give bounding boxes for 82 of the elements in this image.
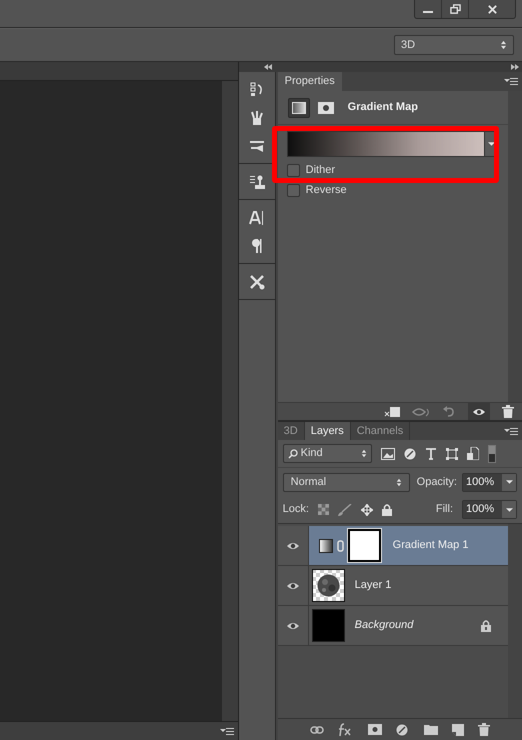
visibility-toggle[interactable] bbox=[468, 402, 490, 420]
panel-title: Gradient Map bbox=[348, 100, 418, 116]
minimize-icon bbox=[423, 11, 433, 13]
checkbox[interactable] bbox=[286, 184, 300, 196]
restore-icon bbox=[450, 4, 460, 14]
adjustment-filter-icon[interactable] bbox=[404, 448, 416, 460]
view-previous-icon[interactable] bbox=[412, 406, 430, 418]
lock-label: Lock: bbox=[282, 502, 309, 518]
spinner-arrows-icon bbox=[396, 478, 402, 486]
scrollbar[interactable] bbox=[508, 91, 522, 402]
visibility-toggle[interactable] bbox=[278, 526, 309, 565]
visibility-toggle[interactable] bbox=[278, 566, 309, 605]
checkbox[interactable] bbox=[286, 164, 300, 176]
checkbox-label: Reverse bbox=[306, 182, 347, 198]
type-filter-icon[interactable] bbox=[424, 448, 437, 460]
fill-field[interactable]: 100% bbox=[462, 500, 517, 519]
link-icon bbox=[336, 540, 344, 552]
eye-icon[interactable] bbox=[286, 580, 300, 590]
eye-icon[interactable] bbox=[286, 620, 300, 630]
close-icon bbox=[486, 4, 498, 14]
workspace-dropdown[interactable]: 3D bbox=[394, 35, 514, 55]
layer-name: Background bbox=[354, 618, 414, 634]
spinner-arrows-icon bbox=[360, 449, 367, 458]
clone-source-icon[interactable] bbox=[248, 174, 265, 190]
layer-row[interactable]: Background bbox=[308, 606, 508, 645]
adjustment-layer-icon[interactable] bbox=[396, 724, 410, 736]
gradient-thumbnail-icon bbox=[318, 538, 333, 552]
character-icon[interactable] bbox=[248, 210, 265, 226]
folder-icon[interactable] bbox=[424, 724, 438, 735]
gradient-icon bbox=[292, 102, 306, 114]
layer-name: Gradient Map 1 bbox=[392, 538, 468, 554]
lock-icon[interactable] bbox=[382, 504, 392, 516]
panel-menu-icon[interactable] bbox=[504, 427, 518, 435]
scrollbar[interactable] bbox=[222, 81, 238, 721]
brushes-icon[interactable] bbox=[248, 110, 265, 126]
lock-transparency-icon[interactable] bbox=[318, 504, 329, 515]
image-filter-icon[interactable] bbox=[380, 448, 395, 460]
link-icon[interactable] bbox=[310, 726, 324, 734]
mask-icon bbox=[318, 102, 334, 114]
expand-icon[interactable] bbox=[511, 64, 519, 70]
collapse-icon[interactable] bbox=[264, 64, 272, 70]
brush-icon[interactable] bbox=[338, 504, 352, 516]
history-icon[interactable] bbox=[248, 82, 265, 98]
mask-icon[interactable] bbox=[368, 724, 382, 735]
layer-row[interactable]: Gradient Map 1 bbox=[308, 526, 508, 565]
blend-mode-dropdown[interactable]: Normal bbox=[282, 472, 410, 492]
new-layer-icon[interactable] bbox=[452, 724, 464, 736]
layer-thumbnail bbox=[312, 609, 345, 642]
mask-thumbnail bbox=[348, 529, 381, 562]
trash-icon[interactable] bbox=[478, 723, 490, 736]
tools-icon[interactable] bbox=[248, 274, 265, 290]
panel-menu-icon[interactable] bbox=[504, 77, 518, 85]
filter-dropdown[interactable]: Kind bbox=[282, 444, 372, 463]
layer-name: Layer 1 bbox=[354, 578, 392, 594]
layer-row[interactable]: Layer 1 bbox=[308, 566, 508, 605]
shape-filter-icon[interactable] bbox=[446, 448, 458, 460]
panel-tab[interactable]: Layers bbox=[304, 422, 351, 440]
caret-icon bbox=[506, 480, 512, 484]
caret-icon bbox=[488, 142, 495, 146]
scrollbar[interactable] bbox=[508, 524, 522, 718]
fill-label: Fill: bbox=[436, 502, 453, 518]
opacity-label: Opacity: bbox=[416, 474, 457, 490]
smart-object-filter-icon[interactable] bbox=[466, 447, 479, 460]
opacity-field[interactable]: 100% bbox=[462, 472, 517, 492]
layer-thumbnail-icon bbox=[312, 569, 345, 602]
trash-icon[interactable] bbox=[502, 405, 514, 418]
search-icon bbox=[288, 448, 298, 458]
eye-icon bbox=[472, 406, 486, 416]
eye-icon[interactable] bbox=[286, 540, 300, 550]
adjustment-mode-button[interactable] bbox=[288, 98, 310, 118]
checkbox-label: Dither bbox=[306, 162, 335, 178]
gradient-preview[interactable] bbox=[288, 132, 484, 156]
properties-tab[interactable]: Properties bbox=[278, 72, 342, 91]
clip-to-layer-icon[interactable] bbox=[384, 406, 400, 418]
spinner-arrows-icon bbox=[500, 40, 507, 50]
reset-icon[interactable] bbox=[442, 406, 456, 418]
caret-icon bbox=[506, 508, 512, 512]
move-icon[interactable] bbox=[360, 504, 373, 516]
brush-preset-icon[interactable] bbox=[248, 138, 265, 154]
visibility-toggle[interactable] bbox=[278, 606, 309, 645]
panel-menu-icon[interactable] bbox=[220, 727, 234, 735]
filter-toggle[interactable] bbox=[488, 444, 496, 462]
